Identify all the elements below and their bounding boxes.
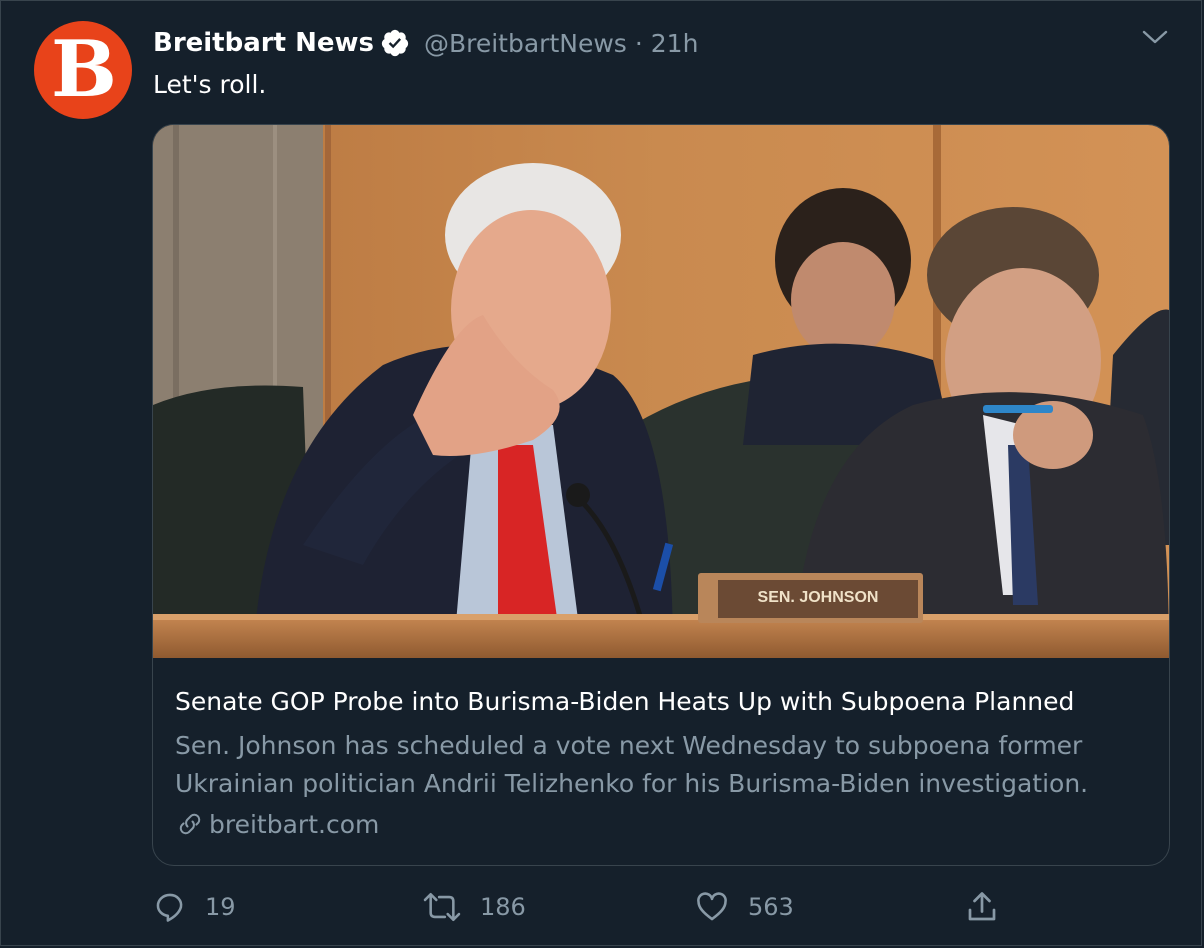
placard-text: SEN. JOHNSON xyxy=(758,589,879,606)
reply-count: 19 xyxy=(205,893,236,921)
separator-dot: · xyxy=(634,28,643,58)
card-description-line2: Ukrainian politician Andrii Telizhenko f… xyxy=(175,769,1089,798)
reply-button[interactable]: 19 xyxy=(153,884,236,930)
card-description-line1: Sen. Johnson has scheduled a vote next W… xyxy=(175,731,1083,760)
share-button[interactable] xyxy=(964,884,1000,930)
author-handle[interactable]: @BreitbartNews xyxy=(424,29,627,58)
chevron-down-icon[interactable] xyxy=(1138,24,1172,52)
retweet-icon xyxy=(423,892,461,922)
avatar-logo: B xyxy=(51,24,117,115)
reply-icon xyxy=(156,893,183,922)
tweet-header: Breitbart News @BreitbartNews · 21h xyxy=(153,24,698,62)
heart-icon xyxy=(697,892,727,921)
tweet-timestamp[interactable]: 21h xyxy=(651,29,699,58)
like-count: 563 xyxy=(748,893,794,921)
card-title[interactable]: Senate GOP Probe into Burisma-Biden Heat… xyxy=(175,685,1155,719)
card-body: Senate GOP Probe into Burisma-Biden Heat… xyxy=(175,685,1155,839)
card-description: Sen. Johnson has scheduled a vote next W… xyxy=(175,727,1155,803)
like-button[interactable]: 563 xyxy=(694,884,794,930)
share-icon xyxy=(968,892,996,921)
avatar[interactable]: B xyxy=(34,21,132,119)
verified-badge-icon xyxy=(381,29,409,57)
link-icon xyxy=(179,813,201,835)
link-card[interactable]: SEN. JOHNSON Senate GOP Probe into Buris… xyxy=(152,124,1170,866)
retweet-count: 186 xyxy=(480,893,526,921)
author-name[interactable]: Breitbart News xyxy=(153,28,374,58)
action-bar: 19 186 563 xyxy=(0,884,1204,930)
card-domain[interactable]: breitbart.com xyxy=(175,809,1155,839)
card-domain-text: breitbart.com xyxy=(209,809,380,839)
retweet-button[interactable]: 186 xyxy=(422,884,526,930)
tweet-text: Let's roll. xyxy=(153,70,267,99)
card-image[interactable]: SEN. JOHNSON xyxy=(153,125,1169,658)
